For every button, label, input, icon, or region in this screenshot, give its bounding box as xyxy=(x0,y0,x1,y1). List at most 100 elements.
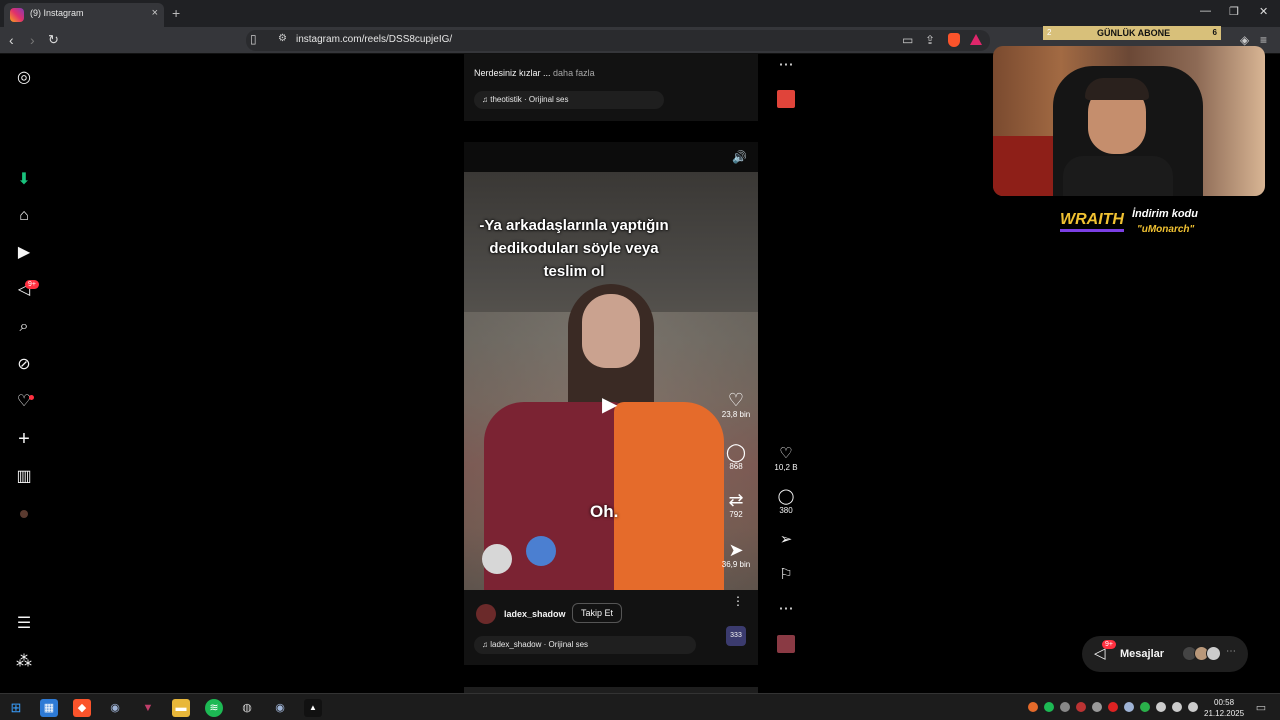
app-icon[interactable]: ▼ xyxy=(139,699,157,717)
reel-video[interactable]: 🔊 -Ya arkadaşlarınla yaptığın dedikodula… xyxy=(464,142,758,590)
more-conversations-icon: ⋯ xyxy=(1226,646,1236,657)
previous-reel-card: Nerdesiniz kızlar ... daha fazla ♫ theot… xyxy=(464,54,758,121)
system-clock[interactable]: 00:58 21.12.2025 xyxy=(1204,697,1244,719)
send-icon: ➤ xyxy=(728,540,744,560)
send-icon[interactable]: ➢ xyxy=(770,531,802,549)
more-menu-icon[interactable]: ☰ xyxy=(14,614,34,634)
notification-center-icon[interactable]: ▭ xyxy=(1252,699,1270,717)
browser-tab-bar: (9) Instagram × + — ❐ ✕ xyxy=(0,0,1280,27)
video-caption-line-2: dedikoduları söyle veya xyxy=(489,240,659,257)
more-action[interactable]: ⋯ xyxy=(770,600,802,618)
webcam-shirt xyxy=(1063,156,1173,196)
file-explorer-icon[interactable]: ▬ xyxy=(172,699,190,717)
download-extension-icon[interactable]: ⬇ xyxy=(14,170,34,190)
steam-icon[interactable]: ◉ xyxy=(106,699,124,717)
new-tab-button[interactable]: + xyxy=(172,5,180,21)
promo-line-1: İndirim kodu xyxy=(1132,208,1198,220)
start-icon[interactable]: ⊞ xyxy=(7,699,25,717)
share-icon[interactable]: ⇪ xyxy=(925,33,935,47)
previous-reel-more-icon[interactable]: ⋯ xyxy=(770,56,802,74)
create-icon[interactable]: + xyxy=(14,429,34,449)
browser-tab[interactable]: (9) Instagram × xyxy=(4,3,164,27)
tab-title: (9) Instagram xyxy=(30,8,84,18)
embedded-sticker xyxy=(526,536,556,566)
back-icon[interactable]: ‹ xyxy=(9,32,14,48)
reload-icon[interactable]: ↻ xyxy=(48,32,59,48)
tray-mic-icon[interactable] xyxy=(1156,702,1166,712)
heart-icon[interactable]: ♡ xyxy=(770,445,802,463)
brave-icon[interactable]: ◆ xyxy=(73,699,91,717)
tray-spotify-icon[interactable] xyxy=(1044,702,1054,712)
embedded-share-count: 36,9 bin xyxy=(721,560,751,569)
cast-icon[interactable]: ▭ xyxy=(902,33,913,47)
tray-network-icon[interactable] xyxy=(1188,702,1198,712)
address-bar[interactable]: ▯ ⚙ instagram.com/reels/DSS8cupjeIG/ xyxy=(246,30,990,51)
embedded-repost-count: 792 xyxy=(729,510,743,519)
tray-app-icon[interactable] xyxy=(1028,702,1038,712)
author-avatar[interactable] xyxy=(476,604,496,624)
explore-icon[interactable]: ⊘ xyxy=(14,355,34,375)
store-icon[interactable]: ▦ xyxy=(40,699,58,717)
tray-app-icon[interactable] xyxy=(1076,702,1086,712)
tray-app-icon[interactable] xyxy=(1092,702,1102,712)
bookmark-icon[interactable]: ⚐ xyxy=(770,566,802,584)
more-link[interactable]: daha fazla xyxy=(553,68,595,78)
play-icon[interactable]: ▶ xyxy=(602,392,617,417)
profile-avatar[interactable] xyxy=(20,510,28,518)
audio-text: theotistik · Orijinal ses xyxy=(490,95,569,104)
comment-icon[interactable]: ◯ xyxy=(770,488,802,506)
clock-time: 00:58 xyxy=(1214,698,1235,707)
messages-badge: 9+ xyxy=(1102,640,1116,649)
search-icon[interactable]: ⌕ xyxy=(14,317,34,337)
instagram-favicon-icon xyxy=(10,8,24,22)
game-icon[interactable]: ▲ xyxy=(304,699,322,717)
brave-rewards-icon[interactable] xyxy=(970,34,982,45)
tray-volume-icon[interactable] xyxy=(1172,702,1182,712)
tray-app-icon[interactable] xyxy=(1108,702,1118,712)
audio-thumbnail[interactable]: 333 xyxy=(726,626,746,646)
close-tab-button[interactable]: × xyxy=(152,7,158,19)
spotify-icon[interactable]: ≋ xyxy=(205,699,223,717)
windows-taskbar: ⊞ ▦ ◆ ◉ ▼ ▬ ≋ ◍ ◉ ▲ 00:58 21.12.2025 ▭ xyxy=(0,693,1280,720)
vpn-icon[interactable]: ◈ xyxy=(1240,33,1249,47)
site-info-icon[interactable]: ⚙ xyxy=(278,33,287,44)
bookmark-icon[interactable]: ▯ xyxy=(250,32,257,46)
video-subtitle: Oh. xyxy=(590,502,619,521)
like-action[interactable]: ♡ 10,2 B xyxy=(770,445,802,472)
steam-client-icon[interactable]: ◉ xyxy=(271,699,289,717)
embedded-like: ♡ 23,8 bin xyxy=(714,390,758,419)
volume-icon[interactable]: 🔊 xyxy=(732,150,747,164)
reel-audio[interactable]: ♫ ladex_shadow · Orijinal ses xyxy=(474,636,696,654)
menu-icon[interactable]: ≡ xyxy=(1260,33,1267,47)
brave-shields-icon[interactable] xyxy=(948,33,960,47)
browser-icon[interactable]: ◍ xyxy=(238,699,256,717)
daily-subscriber-goal-bar: 2 GÜNLÜK ABONE 6 xyxy=(1043,26,1221,40)
close-window-icon[interactable]: ✕ xyxy=(1259,5,1268,18)
forward-icon[interactable]: › xyxy=(30,32,35,48)
video-frame: -Ya arkadaşlarınla yaptığın dedikoduları… xyxy=(464,172,758,590)
reels-icon[interactable]: ▶ xyxy=(14,243,34,263)
more-icon[interactable]: ⋯ xyxy=(770,600,802,618)
previous-reel-audio-thumb[interactable] xyxy=(777,90,795,108)
reel-audio-thumb[interactable] xyxy=(777,635,795,653)
jersey-orange xyxy=(614,402,724,590)
instagram-logo-icon[interactable]: ◎ xyxy=(14,68,34,88)
restore-icon[interactable]: ❐ xyxy=(1229,5,1239,18)
also-from-meta-icon[interactable]: ⁂ xyxy=(14,652,34,672)
reel-options-icon[interactable]: ⋮ xyxy=(732,594,744,608)
music-note-icon: ♫ xyxy=(482,640,491,649)
comment-action[interactable]: ◯ 380 xyxy=(770,488,802,515)
share-action[interactable]: ➢ xyxy=(770,531,802,549)
tray-app-icon[interactable] xyxy=(1060,702,1070,712)
previous-reel-audio[interactable]: ♫ theotistik · Orijinal ses xyxy=(474,91,664,109)
dashboard-icon[interactable]: ▥ xyxy=(14,467,34,487)
author-username[interactable]: ladex_shadow xyxy=(504,609,566,619)
messages-button[interactable]: ◁ 9+ Mesajlar ⋯ xyxy=(1082,636,1248,672)
follow-button[interactable]: Takip Et xyxy=(572,603,623,623)
embedded-avatar xyxy=(482,544,512,574)
home-icon[interactable]: ⌂ xyxy=(14,206,34,226)
minimize-icon[interactable]: — xyxy=(1200,5,1211,17)
tray-app-icon[interactable] xyxy=(1140,702,1150,712)
save-action[interactable]: ⚐ xyxy=(770,566,802,584)
tray-steam-icon[interactable] xyxy=(1124,702,1134,712)
